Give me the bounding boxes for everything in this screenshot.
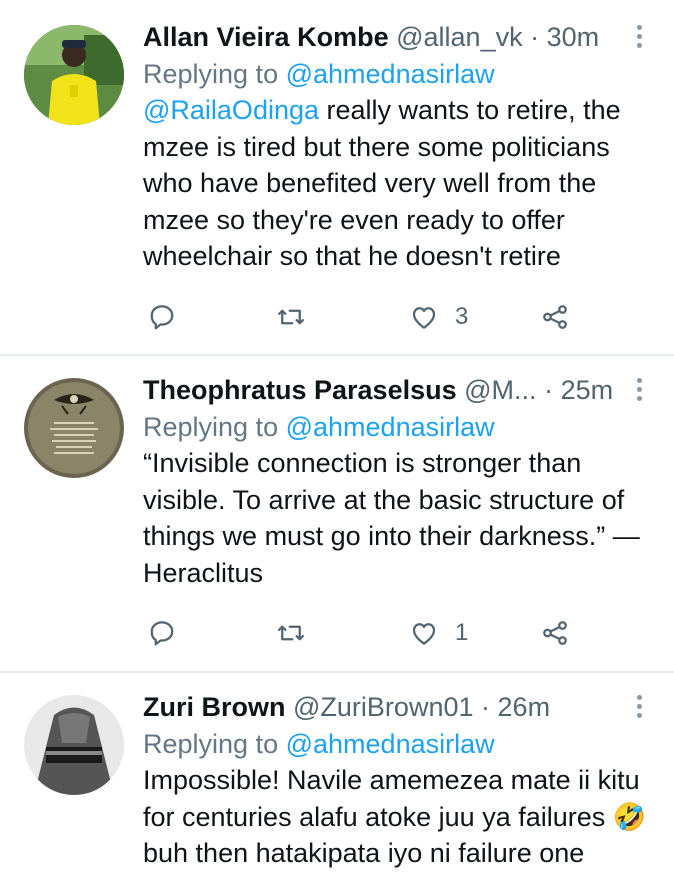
display-name[interactable]: Theophratus Paraselsus <box>143 375 457 405</box>
tweet-1[interactable]: Allan Vieira Kombe @allan_vk · 30m Reply… <box>0 17 674 352</box>
share-button[interactable] <box>540 297 570 337</box>
retweet-button[interactable] <box>276 613 306 653</box>
timestamp[interactable]: 30m <box>547 22 600 52</box>
share-icon <box>543 305 567 329</box>
reply-icon <box>150 305 174 330</box>
reply-button[interactable] <box>147 297 177 337</box>
avatar[interactable] <box>24 695 124 795</box>
display-name[interactable]: Allan Vieira Kombe <box>143 22 389 52</box>
tweet-divider <box>0 354 674 356</box>
tweet-text-content: Impossible! Navile amemezea mate ii kitu… <box>143 765 647 868</box>
replying-to: Replying to @ahmednasirlaw <box>143 407 495 447</box>
separator-dot: · <box>544 375 554 405</box>
like-button[interactable]: 3 <box>409 297 468 337</box>
heart-icon <box>412 307 436 329</box>
separator-dot: · <box>530 22 540 52</box>
replying-to: Replying to @ahmednasirlaw <box>143 724 495 764</box>
more-options-icon[interactable] <box>636 378 644 405</box>
share-button[interactable] <box>540 613 570 653</box>
separator-dot: · <box>481 692 491 722</box>
reply-handle-link[interactable]: @ahmednasirlaw <box>286 412 495 442</box>
reply-icon <box>150 621 174 646</box>
share-icon <box>543 621 567 645</box>
reply-handle-link[interactable]: @ahmednasirlaw <box>286 59 495 89</box>
heart-icon <box>412 623 436 645</box>
avatar[interactable] <box>24 378 124 478</box>
more-options-icon[interactable] <box>636 25 644 52</box>
tweet-text: @RailaOdinga really wants to retire, the… <box>143 92 653 275</box>
retweet-icon <box>278 309 304 325</box>
reply-handle-link[interactable]: @ahmednasirlaw <box>286 729 495 759</box>
person-yellow-shirt-avatar-icon <box>24 25 124 125</box>
timestamp[interactable]: 26m <box>498 692 551 722</box>
like-button[interactable]: 1 <box>409 613 468 653</box>
display-name[interactable]: Zuri Brown <box>143 692 286 722</box>
tweet-3[interactable]: Zuri Brown @ZuriBrown01 · 26m Replying t… <box>0 687 674 895</box>
tweet-text-content: “Invisible connection is stronger than v… <box>143 448 640 588</box>
like-count: 1 <box>455 619 469 646</box>
retweet-icon <box>278 625 304 641</box>
tweet-actions: 3 <box>143 297 623 337</box>
eye-of-horus-avatar-icon <box>24 378 124 478</box>
tweet-header: Allan Vieira Kombe @allan_vk · 30m <box>143 17 663 57</box>
user-handle[interactable]: @allan_vk <box>396 22 522 52</box>
replying-to-label: Replying to <box>143 412 279 442</box>
tweet-header: Zuri Brown @ZuriBrown01 · 26m <box>143 687 663 727</box>
replying-to-label: Replying to <box>143 729 279 759</box>
timestamp[interactable]: 25m <box>561 375 614 405</box>
replying-to-label: Replying to <box>143 59 279 89</box>
mention-link[interactable]: @RailaOdinga <box>143 95 319 125</box>
tweet-header: Theophratus Paraselsus @M... · 25m <box>143 370 663 410</box>
retweet-button[interactable] <box>276 297 306 337</box>
user-handle[interactable]: @ZuriBrown01 <box>293 692 473 722</box>
reply-button[interactable] <box>147 613 177 653</box>
tweet-text: Impossible! Navile amemezea mate ii kitu… <box>143 762 653 872</box>
more-options-icon[interactable] <box>636 695 644 722</box>
like-count: 3 <box>455 303 469 330</box>
user-handle[interactable]: @M... <box>464 375 536 405</box>
avatar[interactable] <box>24 25 124 125</box>
tweet-text: “Invisible connection is stronger than v… <box>143 445 653 591</box>
tweet-2[interactable]: Theophratus Paraselsus @M... · 25m Reply… <box>0 370 674 670</box>
tweet-divider <box>0 671 674 673</box>
replying-to: Replying to @ahmednasirlaw <box>143 54 495 94</box>
tweet-actions: 1 <box>143 613 623 653</box>
grayscale-hand-avatar-icon <box>24 695 124 795</box>
